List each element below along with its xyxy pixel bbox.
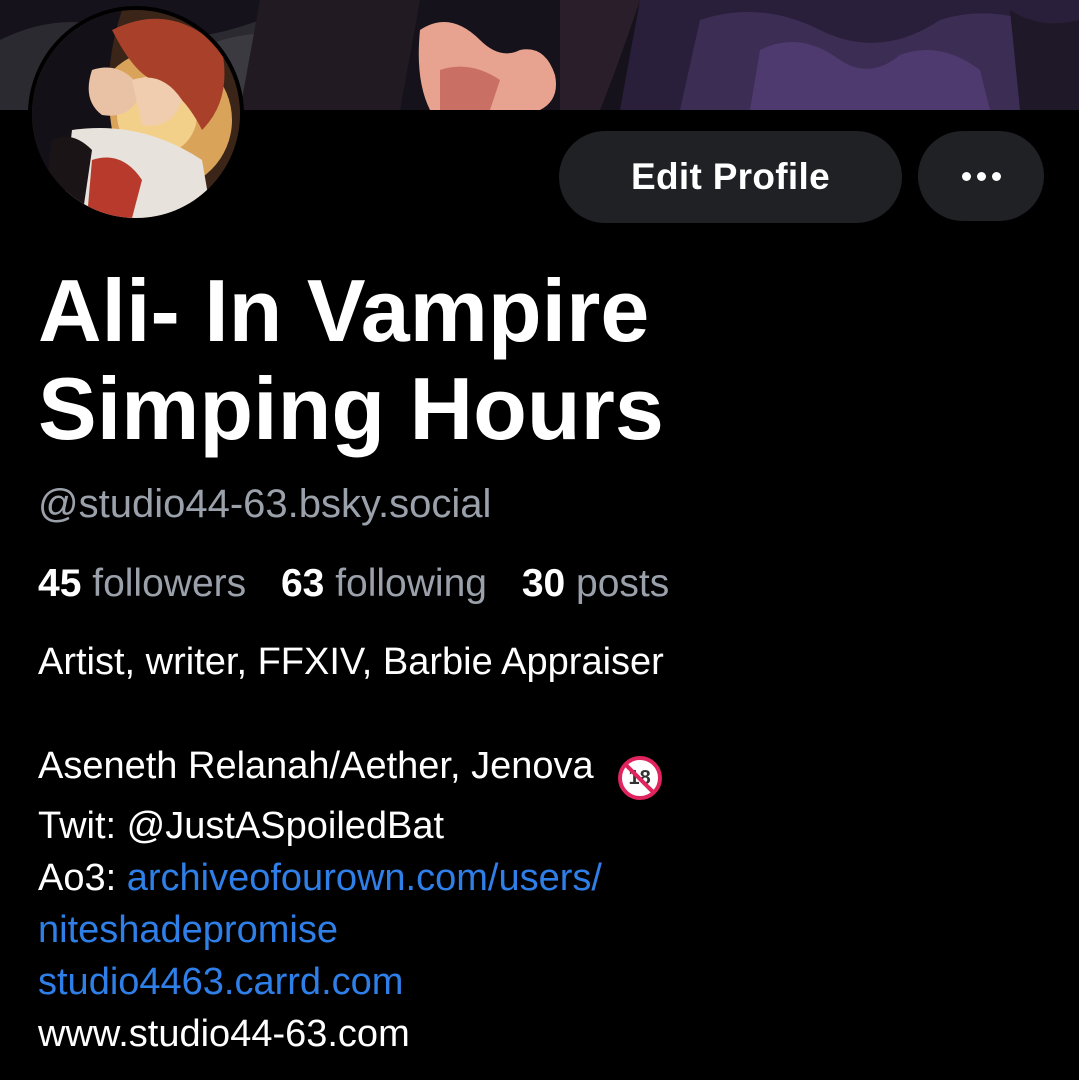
posts-count: 30: [521, 562, 566, 605]
avatar[interactable]: [28, 6, 244, 222]
edit-profile-label: Edit Profile: [631, 156, 830, 197]
profile-bio: Artist, writer, FFXIV, Barbie Appraiser …: [38, 636, 1058, 1060]
posts-stat: 30 posts: [522, 562, 669, 605]
bio-line-2: Aseneth Relanah/Aether, Jenova 18: [38, 740, 1058, 800]
bio-line-4-prefix: Ao3:: [38, 857, 127, 899]
bio-line-7: www.studio44-63.com: [38, 1013, 410, 1055]
followers-label: followers: [92, 562, 247, 605]
following-label: following: [335, 562, 487, 605]
more-options-button[interactable]: [918, 131, 1044, 221]
bio-line-6: studio4463.carrd.com: [38, 956, 1058, 1008]
following-count: 63: [280, 562, 325, 605]
ao3-link[interactable]: archiveofourown.com/users/: [127, 857, 602, 899]
profile-handle: @studio44-63.bsky.social: [38, 482, 492, 526]
bio-line-4: Ao3: archiveofourown.com/users/: [38, 852, 1058, 904]
edit-profile-button[interactable]: Edit Profile: [559, 131, 902, 223]
followers-stat[interactable]: 45 followers: [38, 562, 246, 605]
bio-line-1: Artist, writer, FFXIV, Barbie Appraiser: [38, 641, 664, 683]
no-under-18-icon: 18: [617, 756, 662, 800]
bio-line-3: Twit: @JustASpoiledBat: [38, 805, 445, 847]
ao3-link-continued[interactable]: niteshadepromise: [38, 909, 338, 951]
display-name-line-1: Ali- In Vampire: [38, 261, 650, 360]
bio-spacer: [38, 688, 1058, 740]
profile-stats: 45 followers 63 following 30 posts: [38, 562, 693, 606]
bio-line-2-text: Aseneth Relanah/Aether, Jenova: [38, 745, 594, 787]
followers-count: 45: [38, 562, 82, 605]
ellipsis-icon: [961, 171, 1001, 181]
posts-label: posts: [576, 562, 670, 605]
display-name: Ali- In Vampire Simping Hours: [38, 262, 938, 458]
bio-line-5: niteshadepromise: [38, 904, 1058, 956]
display-name-line-2: Simping Hours: [38, 359, 664, 458]
following-stat[interactable]: 63 following: [281, 562, 487, 605]
carrd-link[interactable]: studio4463.carrd.com: [38, 961, 403, 1003]
